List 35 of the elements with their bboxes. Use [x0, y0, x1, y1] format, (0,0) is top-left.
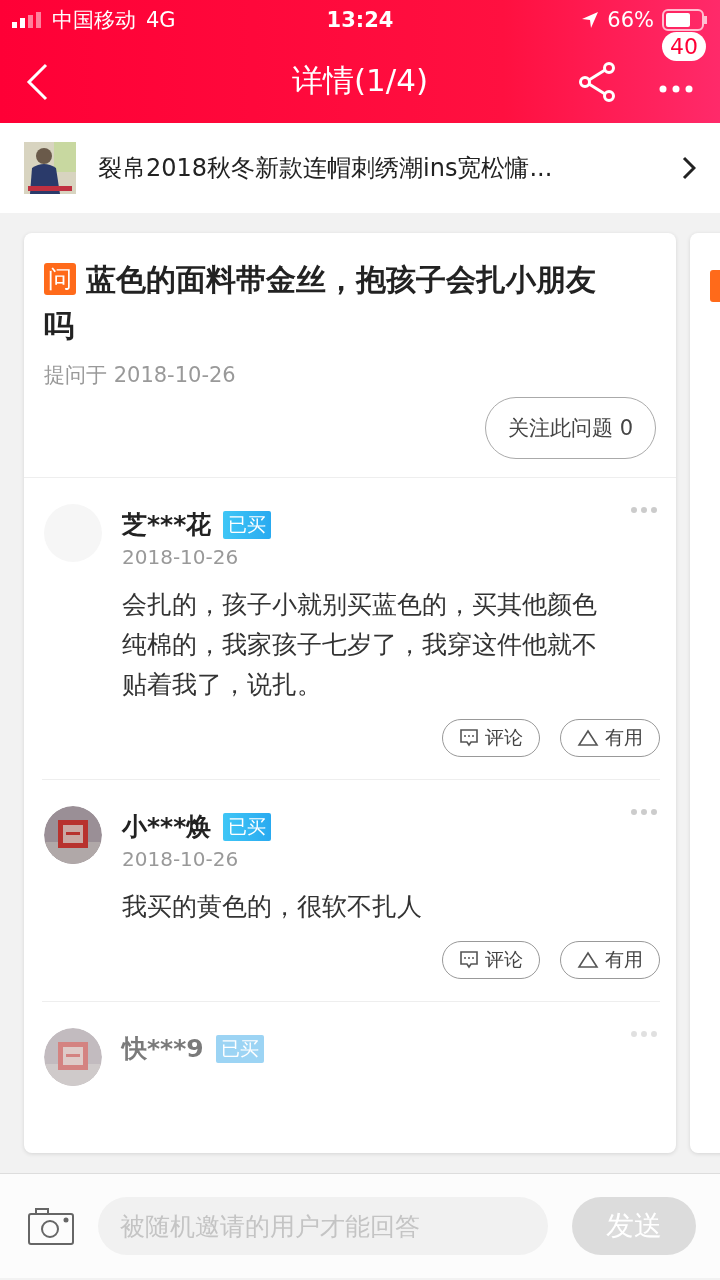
question-text: 问 蓝色的面料带金丝，抱孩子会扎小朋友吗: [44, 261, 597, 345]
useful-button[interactable]: 有用: [560, 719, 660, 757]
clock: 13:24: [326, 8, 394, 32]
chevron-right-icon[interactable]: [682, 156, 696, 180]
comment-button[interactable]: 评论: [442, 719, 540, 757]
page-title: 详情(1/4): [291, 62, 429, 98]
more-icon[interactable]: [658, 83, 694, 94]
comment-button[interactable]: 评论: [442, 941, 540, 979]
location-icon: [581, 11, 600, 29]
purchased-tag: 已买: [223, 510, 272, 539]
answer-date: 2018-10-26: [122, 545, 240, 569]
signal-icon: [12, 12, 42, 28]
triangle-icon: [577, 729, 599, 747]
speech-bubble-icon: [459, 729, 479, 747]
user-name: 小***焕: [122, 811, 212, 843]
user-name: 快***9: [122, 1033, 204, 1065]
follow-button[interactable]: 关注此问题 0: [484, 397, 656, 459]
purchased-tag: 已买: [215, 1034, 264, 1063]
battery-percent: 66%: [607, 8, 654, 32]
triangle-icon: [577, 951, 599, 969]
back-icon[interactable]: [26, 62, 48, 101]
share-icon[interactable]: [578, 61, 616, 102]
answer-text: 我买的黄色的，很软不扎人: [122, 891, 423, 923]
useful-button[interactable]: 有用: [560, 941, 660, 979]
answer-text: 会扎的，孩子小就别买蓝色的，买其他颜色纯棉的，我家孩子七岁了，我穿这件他就不贴着我了，说扎。: [122, 589, 598, 701]
purchased-tag: 已买: [223, 812, 272, 841]
question-date: 提问于 2018-10-26: [44, 362, 237, 389]
camera-icon[interactable]: [28, 1207, 74, 1245]
answer-date: 2018-10-26: [122, 847, 240, 871]
notification-badge: 40: [662, 31, 706, 61]
carrier-name: 中国移动: [52, 7, 136, 34]
battery-icon: [662, 9, 708, 31]
speech-bubble-icon: [459, 951, 479, 969]
network-type: 4G: [146, 8, 176, 32]
user-name: 芝***花: [122, 509, 212, 541]
